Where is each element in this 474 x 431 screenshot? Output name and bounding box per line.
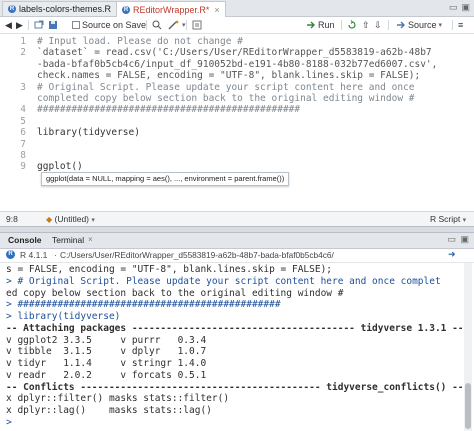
r-file-icon: R [8,5,16,13]
chevron-up-icon[interactable]: ⇧ [362,19,370,31]
console-line: > [6,416,12,428]
line-number: 1 [20,36,26,47]
code-line[interactable]: `dataset` = read.csv('C:/Users/User/REdi… [37,47,432,58]
source-editor-pane: R labels-colors-themes.R × R REditorWrap… [0,0,474,227]
line-number: 3 [20,81,26,93]
console-line: > # Original Script. Please update your … [6,275,441,287]
line-number: 7 [20,138,26,150]
code-line[interactable]: ########################################… [37,104,300,115]
line-number: 2 [20,47,26,59]
console-line: > library(tidyverse) [6,311,121,322]
console-tab-bar: Console Terminal × ▭ ▣ [0,233,474,249]
editor-toolbar: ◀ ▶ Source on Save ▾ Run ⇧ ⇩ Source ▾ ≡ [0,17,474,34]
autocomplete-tooltip: ggplot(data = NULL, mapping = aes(), ...… [41,172,290,186]
console-info-bar: R R 4.1.1 · C:/Users/User/REditorWrapper… [0,249,474,263]
rerun-icon[interactable] [347,19,359,31]
file-type-label: R Script [430,214,461,224]
console-line: x dplyr::lag() masks stats::lag() [6,405,212,416]
console-output[interactable]: s = FALSE, encoding = "UTF-8", blank.lin… [0,263,462,431]
close-icon[interactable]: × [214,5,219,15]
notebook-icon[interactable] [192,19,202,31]
console-line: -- Conflicts ---------------------------… [6,381,462,393]
tab-labels-colors-themes[interactable]: R labels-colors-themes.R × [2,1,128,16]
checkbox[interactable] [72,21,80,29]
console-line: -- Attaching packages ------------------… [6,322,462,334]
code-line[interactable]: # Input load. Please do not change # [37,36,243,47]
chevron-down-icon: ▾ [91,217,95,224]
editor-status-bar: 9:8 ◆ (Untitled) ▾ R Script ▾ [0,211,474,226]
console-line: v tibble 3.1.5 v dplyr 1.0.7 [6,346,207,358]
minimize-pane-icon[interactable]: ▭ [449,2,458,13]
tab-label: labels-colors-themes.R [19,4,112,14]
console-line: s = FALSE, encoding = "UTF-8", blank.lin… [6,264,333,275]
minimize-pane-icon[interactable]: ▭ [447,234,456,245]
file-type-selector[interactable]: R Script ▾ [430,214,466,224]
source-on-save-toggle[interactable]: Source on Save [72,19,146,31]
console-line: > ######################################… [6,299,281,311]
save-icon[interactable] [48,19,58,31]
line-number: 4 [20,104,26,116]
line-number: 9 [20,161,26,173]
scrollbar-thumb[interactable] [465,383,471,429]
magic-wand-icon[interactable]: ▾ [168,19,186,31]
chevron-down-icon[interactable]: ▾ [439,21,443,29]
maximize-pane-icon[interactable]: ▣ [461,2,470,13]
scope-label: (Untitled) [54,214,90,224]
chevron-down-icon: ▾ [462,217,467,224]
line-number-gutter: 12 3 456789 [0,34,30,209]
line-number: 5 [20,115,26,127]
code-line[interactable]: library(tidyverse) [37,127,140,138]
code-line[interactable]: ggplot() [37,161,83,172]
line-number: 8 [20,150,26,161]
source-button[interactable]: Source ▾ [396,19,442,31]
r-logo-icon: R [6,250,15,259]
source-label: Source [408,20,437,30]
tab-terminal[interactable]: Terminal [52,235,84,245]
scope-selector[interactable]: ◆ (Untitled) ▾ [46,214,95,224]
run-button[interactable]: Run [306,19,335,31]
line-number: 6 [20,127,26,139]
function-scope-icon: ◆ [46,215,53,224]
code-editor[interactable]: 12 3 456789 ggplot(data = NULL, mapping = … [0,34,474,209]
console-line: v ggplot2 3.3.5 v purrr 0.3.4 [6,334,207,346]
tab-label: REditorWrapper.R* [133,4,210,15]
chevron-down-icon[interactable]: ▾ [182,21,186,29]
source-on-save-label: Source on Save [82,20,147,30]
console-line: x dplyr::filter() masks stats::filter() [6,393,230,405]
r-version: R 4.1.1 [20,250,48,260]
console-scrollbar[interactable] [464,263,472,431]
folder-icon: · [54,250,57,260]
console-line: v tidyr 1.1.4 v stringr 1.4.0 [6,358,207,369]
editor-tab-bar: R labels-colors-themes.R × R REditorWrap… [0,0,474,17]
code-line[interactable]: completed copy below section back to the… [37,93,415,104]
new-window-icon[interactable] [34,19,44,31]
chevron-down-icon[interactable]: ⇩ [374,19,382,31]
tab-console[interactable]: Console [8,235,42,245]
outline-icon[interactable]: ≡ [458,19,463,31]
r-file-icon: R [122,5,130,14]
back-arrow-icon[interactable]: ◀ [5,19,12,31]
search-icon[interactable] [152,19,162,31]
code-line[interactable]: # Original Script. Please update your sc… [37,82,415,93]
code-line[interactable]: -bada-bfaf0b5cb4c6/input_df_910052bd-e19… [37,59,437,70]
console-pane: Console Terminal × ▭ ▣ R R 4.1.1 · C:/Us… [0,232,474,431]
cursor-position: 9:8 [6,214,18,224]
working-directory-path[interactable]: C:/Users/User/REditorWrapper_d5583819-a6… [60,250,334,260]
console-line: ed copy below section back to the origin… [6,287,344,299]
run-label: Run [318,20,335,30]
go-to-directory-icon[interactable]: ➜ [448,249,456,260]
console-line: v readr 2.0.2 v forcats 0.5.1 [6,369,207,381]
maximize-pane-icon[interactable]: ▣ [460,234,469,245]
close-icon[interactable]: × [88,235,93,244]
tab-reditorwrapper[interactable]: R REditorWrapper.R* × [116,1,226,17]
pane-controls: ▭ ▣ [449,2,470,13]
code-line[interactable]: check.names = FALSE, encoding = "UTF-8",… [37,70,420,81]
forward-arrow-icon[interactable]: ▶ [16,19,23,31]
